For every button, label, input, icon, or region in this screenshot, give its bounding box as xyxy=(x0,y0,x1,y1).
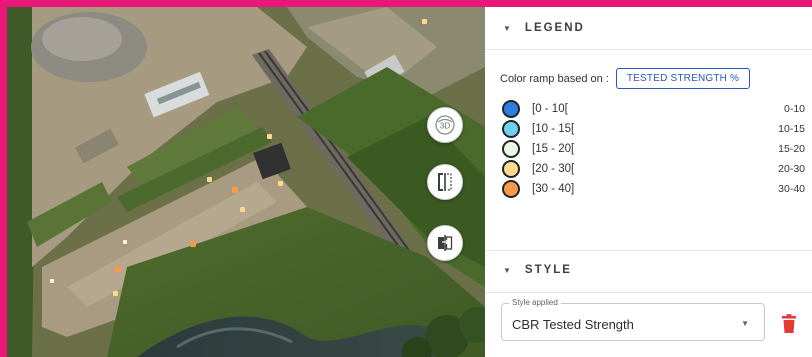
layer-swap-button[interactable] xyxy=(427,225,463,261)
sample-point[interactable] xyxy=(190,241,196,247)
legend-item: [20 - 30[ 20-30 xyxy=(502,159,812,179)
sample-point[interactable] xyxy=(267,134,272,139)
divider xyxy=(485,292,812,293)
style-select[interactable]: Style applied CBR Tested Strength ▼ xyxy=(501,298,765,341)
legend-item-label: [10 - 15[ xyxy=(532,123,575,135)
legend-item-label: [30 - 40] xyxy=(532,183,575,195)
legend-item-range: 20-30 xyxy=(778,163,805,175)
legend-item: [15 - 20[ 15-20 xyxy=(502,139,812,159)
color-swatch xyxy=(502,120,520,138)
sample-point[interactable] xyxy=(113,291,118,296)
app-frame: 3D ▼ LEGEND Color ramp based on: TESTED… xyxy=(0,0,812,357)
map-view[interactable]: 3D xyxy=(7,7,485,357)
side-panel: ▼ LEGEND Color ramp based on : TESTED ST… xyxy=(485,7,812,357)
legend-list: [0 - 10[ 0-10 [10 - 15[ 10-15 [15 - 20[ … xyxy=(485,89,812,199)
legend-item: [10 - 15[ 10-15 xyxy=(502,119,812,139)
legend-item-range: 30-40 xyxy=(778,183,805,195)
style-section-header[interactable]: ▼ STYLE xyxy=(485,249,812,291)
color-ramp-label: Color ramp based on : xyxy=(500,72,609,85)
collapse-caret-icon[interactable]: ▼ xyxy=(503,266,511,275)
legend-item-label: [20 - 30[ xyxy=(532,163,575,175)
legend-item-label: [0 - 10[ xyxy=(532,103,568,115)
delete-style-button[interactable] xyxy=(781,314,797,339)
sample-point[interactable] xyxy=(50,279,54,283)
sample-point[interactable] xyxy=(240,207,245,212)
chevron-down-icon: ▼ xyxy=(741,319,749,328)
3d-view-icon: 3D xyxy=(435,115,455,135)
style-select-label: Style applied xyxy=(509,298,561,307)
legend-item-range: 10-15 xyxy=(778,123,805,135)
sample-point[interactable] xyxy=(278,181,283,186)
svg-text:3D: 3D xyxy=(440,122,450,131)
style-title: STYLE xyxy=(524,264,572,276)
legend-item-label: [15 - 20[ xyxy=(532,143,575,155)
sample-point[interactable] xyxy=(232,187,238,193)
legend-item-range: 15-20 xyxy=(778,143,805,155)
sample-point[interactable] xyxy=(422,19,427,24)
color-ramp-field-button[interactable]: TESTED STRENGTH % xyxy=(615,68,751,89)
legend-item: [0 - 10[ 0-10 xyxy=(502,99,812,119)
sample-point[interactable] xyxy=(123,240,127,244)
compare-split-button[interactable] xyxy=(427,164,463,200)
legend-title: LEGEND xyxy=(524,22,585,34)
legend-item-range: 0-10 xyxy=(783,103,805,115)
color-swatch xyxy=(502,180,520,198)
legend-item: [30 - 40] 30-40 xyxy=(502,179,812,199)
color-swatch xyxy=(502,140,520,158)
color-ramp-row: Color ramp based on : TESTED STRENGTH % xyxy=(485,50,812,89)
color-swatch xyxy=(502,160,520,178)
trash-icon xyxy=(782,314,796,333)
legend-section-header[interactable]: ▼ LEGEND xyxy=(485,7,812,49)
split-compare-icon xyxy=(438,173,452,191)
sample-point[interactable] xyxy=(115,266,121,272)
style-select-value: CBR Tested Strength xyxy=(512,317,634,332)
color-swatch xyxy=(502,100,520,118)
layer-swap-icon xyxy=(438,235,453,251)
toggle-3d-button[interactable]: 3D xyxy=(427,107,463,143)
satellite-imagery xyxy=(7,7,485,357)
sample-point[interactable] xyxy=(207,177,212,182)
collapse-caret-icon[interactable]: ▼ xyxy=(503,24,511,33)
